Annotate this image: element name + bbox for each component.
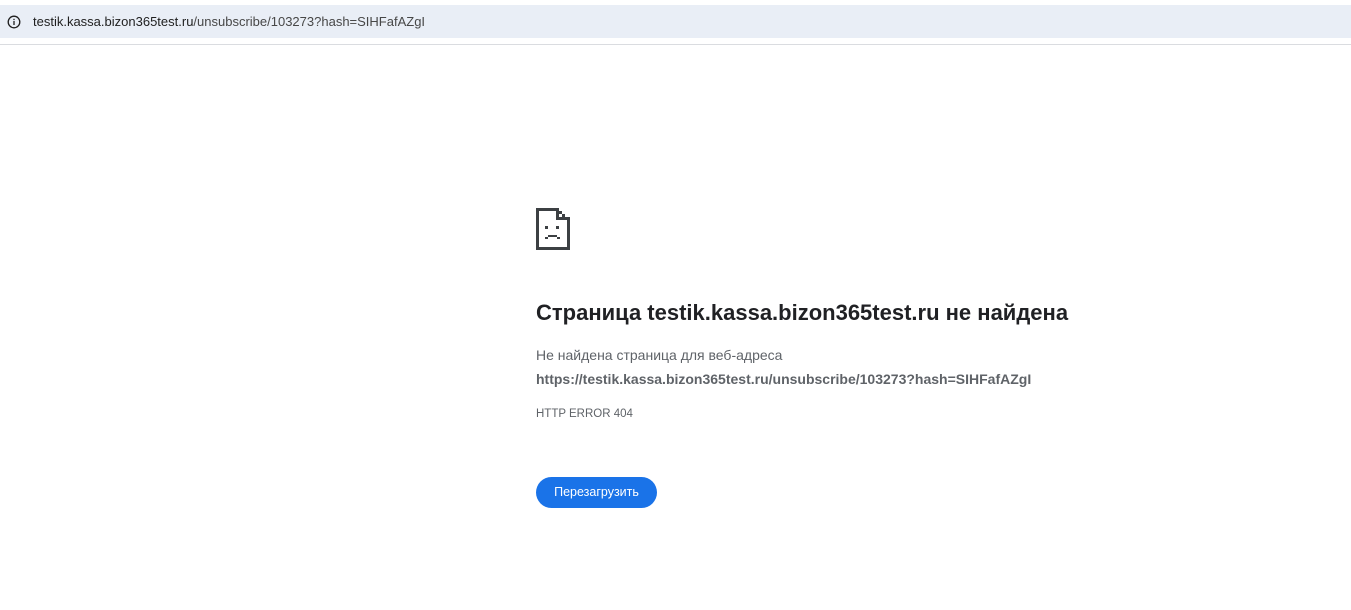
error-url: https://testik.kassa.bizon365test.ru/uns…: [536, 371, 1032, 387]
error-code: HTTP ERROR 404: [536, 408, 633, 420]
error-headline: Страница testik.kassa.bizon365test.ru не…: [536, 300, 1069, 325]
browser-toolbar: testik.kassa.bizon365test.ru/unsubscribe…: [0, 0, 1351, 45]
address-bar[interactable]: testik.kassa.bizon365test.ru/unsubscribe…: [0, 5, 1351, 38]
info-icon[interactable]: [7, 15, 21, 29]
url-path: /unsubscribe/103273?hash=SIHFafAZgI: [193, 14, 426, 29]
url-host: testik.kassa.bizon365test.ru: [33, 14, 194, 29]
url-text[interactable]: testik.kassa.bizon365test.ru/unsubscribe…: [33, 14, 425, 30]
error-description: Не найдена страница для веб-адреса: [536, 347, 783, 363]
sad-page-icon: [536, 208, 570, 250]
reload-button[interactable]: Перезагрузить: [536, 477, 657, 508]
